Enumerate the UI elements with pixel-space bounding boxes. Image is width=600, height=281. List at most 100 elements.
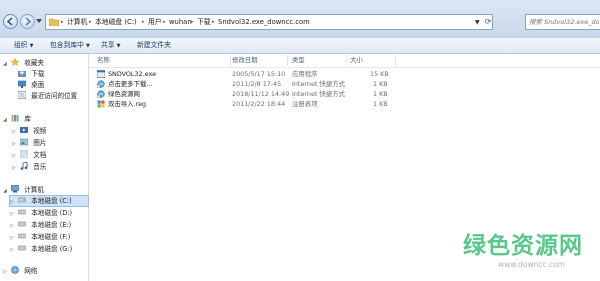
sidebar-item-network[interactable]: ▷ 网络 [3,266,37,276]
desktop-icon [18,80,26,88]
sidebar-label: 视频 [33,127,47,135]
sidebar-item-documents[interactable]: ▷ 文档 [12,150,46,160]
sidebar-item-desktop[interactable]: 桌面 [18,80,44,90]
expand-triangle-icon[interactable]: ▷ [12,151,18,161]
sidebar-label: 下载 [31,70,45,78]
network-icon [11,266,19,274]
expand-triangle-icon[interactable]: ▷ [3,267,9,277]
sidebar-label: 图片 [33,139,47,147]
file-type: 应用程序 [292,70,318,78]
sidebar-item-libraries[interactable]: ◢ 库 [3,114,31,124]
column-divider[interactable] [287,55,288,66]
file-size: 1 KB [373,90,388,98]
file-row[interactable]: 双击导入.reg 2011/2/22 18:44 注册表项 1 KB [97,99,397,109]
forward-button[interactable] [20,14,35,29]
breadcrumb-computer[interactable]: 计算机 [67,18,87,27]
chevron-down-icon: ▼ [85,43,90,49]
organize-menu-button[interactable]: 组织 ▼ [14,40,33,51]
share-label: 共享 [101,41,115,49]
sidebar-label: 计算机 [24,186,44,194]
collapse-triangle-icon[interactable]: ◢ [3,59,9,69]
sidebar-item-drive-e[interactable]: ▷ 本地磁盘 (E:) [10,220,71,230]
navigation-pane: ◢ 收藏夹 下载 桌面 最近访问的位置 ◢ 库 ▷ 视频 ▷ 图片 ▷ 文档 ▷… [0,54,89,281]
hard-drive-icon [18,245,27,251]
expand-triangle-icon[interactable]: ▷ [10,209,16,219]
search-box[interactable] [525,14,600,30]
command-toolbar: 组织 ▼ 包含到库中 ▼ 共享 ▼ 新建文件夹 [0,38,600,54]
sidebar-item-computer[interactable]: ◢ 计算机 [3,185,44,195]
address-history-dropdown-icon[interactable]: ▼ [475,19,480,26]
expand-triangle-icon[interactable]: ▷ [10,221,16,231]
column-divider[interactable] [395,55,396,66]
hard-drive-icon [18,209,27,215]
breadcrumb-separator: ▸ [89,19,92,25]
exe-icon [97,70,105,78]
breadcrumb-downloads[interactable]: 下载 [197,18,211,27]
collapse-triangle-icon[interactable]: ◢ [3,186,9,196]
reg-file-icon [97,100,105,108]
recent-pages-dropdown-icon[interactable] [36,18,42,24]
column-divider[interactable] [346,55,347,66]
expand-triangle-icon[interactable]: ▷ [12,139,18,149]
file-name[interactable]: SNDVOL32.exe [108,69,156,79]
organize-label: 组织 [14,41,28,49]
breadcrumb-separator: ▸ [163,19,166,25]
file-name[interactable]: 点击更多下载... [108,79,152,89]
sidebar-item-music[interactable]: ▷ 音乐 [12,162,46,172]
file-date: 2018/11/12 14:49 [232,90,290,98]
documents-icon [20,150,28,158]
sidebar-item-videos[interactable]: ▷ 视频 [12,126,46,136]
sidebar-label: 网络 [24,267,38,275]
file-row[interactable]: 绿色资源网 2018/11/12 14:49 Internet 快捷方式 1 K… [97,89,397,99]
file-date: 2011/2/8 17:45 [232,80,282,88]
expand-triangle-icon[interactable]: ▷ [10,245,16,255]
column-header-type[interactable]: 类型 [292,56,305,65]
breadcrumb-wuhan[interactable]: wuhan [169,18,192,27]
expand-triangle-icon[interactable]: ▷ [12,127,18,137]
file-name[interactable]: 绿色资源网 [108,89,140,99]
file-date: 2011/2/22 18:44 [232,100,286,108]
chevron-down-icon: ▼ [29,43,34,49]
sidebar-item-favorites[interactable]: ◢ 收藏夹 [3,58,44,68]
sidebar-item-pictures[interactable]: ▷ 图片 [12,138,46,148]
file-row[interactable]: SNDVOL32.exe 2005/5/17 15:10 应用程序 15 KB [97,69,397,79]
column-header-name[interactable]: 名称 [97,56,110,65]
address-breadcrumb[interactable]: ▸ 计算机 ▸ 本地磁盘 (C:) ▸ 用户 ▸ wuhan ▸ 下载 ▸ Sn… [45,14,493,30]
back-button[interactable] [3,14,18,29]
breadcrumb-users[interactable]: 用户 [148,18,162,27]
expand-triangle-icon[interactable]: ▷ [10,233,16,243]
sidebar-item-drive-c[interactable]: ▷ 本地磁盘 (C:) [9,195,89,207]
column-divider[interactable] [230,55,231,66]
sidebar-label: 桌面 [31,81,45,89]
hard-drive-icon [18,197,27,203]
expand-triangle-icon[interactable]: ▷ [12,163,18,173]
breadcrumb-drive-c[interactable]: 本地磁盘 (C:) [95,18,137,27]
chevron-down-icon: ▼ [116,43,121,49]
expand-triangle-icon[interactable]: ▷ [10,197,16,207]
column-header-date-modified[interactable]: 修改日期 [232,56,258,65]
sidebar-label: 收藏夹 [24,59,44,67]
file-type: Internet 快捷方式 [292,80,345,88]
file-name[interactable]: 双击导入.reg [108,99,146,109]
refresh-icon[interactable]: ⟳ [483,16,493,28]
ie-shortcut-icon [97,90,105,98]
file-row[interactable]: 点击更多下载... 2011/2/8 17:45 Internet 快捷方式 1… [97,79,397,89]
sidebar-label: 音乐 [33,163,47,171]
breadcrumb-current-folder[interactable]: Sndvol32.exe_downcc.com [218,18,310,27]
include-in-library-button[interactable]: 包含到库中 ▼ [50,40,90,51]
share-button[interactable]: 共享 ▼ [101,40,120,51]
pictures-icon [20,138,29,146]
computer-icon [11,185,19,193]
folder-icon [49,18,59,26]
sidebar-item-drive-d[interactable]: ▷ 本地磁盘 (D:) [10,208,72,218]
library-icon [11,115,19,122]
sidebar-item-drive-g[interactable]: ▷ 本地磁盘 (G:) [10,244,72,254]
file-size: 1 KB [373,100,388,108]
search-input[interactable] [529,18,599,26]
sidebar-item-recent-places[interactable]: 最近访问的位置 [18,91,77,101]
column-header-size[interactable]: 大小 [350,56,363,65]
sidebar-item-drive-f[interactable]: ▷ 本地磁盘 (F:) [10,232,70,242]
sidebar-item-downloads[interactable]: 下载 [18,69,44,79]
collapse-triangle-icon[interactable]: ◢ [3,115,9,125]
new-folder-button[interactable]: 新建文件夹 [137,40,171,51]
